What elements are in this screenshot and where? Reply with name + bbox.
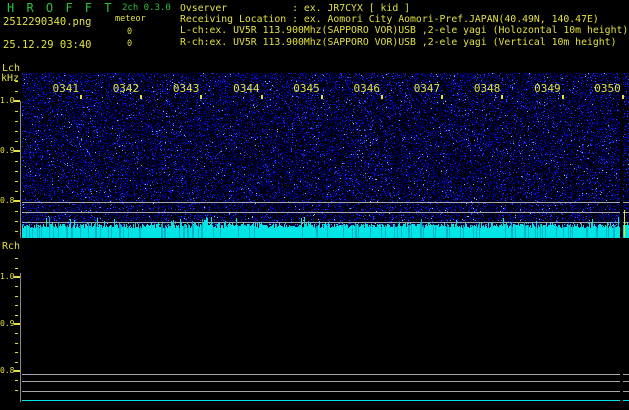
datetime-label: 25.12.29 03:40 — [3, 39, 92, 51]
time-label-0342: 0342 — [112, 82, 140, 95]
location-line: Receiving Location : ex. Aomori City Aom… — [180, 14, 599, 26]
y-minor-tick — [15, 286, 18, 287]
time-label-0349: 0349 — [534, 82, 561, 95]
y-minor-tick — [15, 181, 18, 182]
app-title: H R O F F T — [7, 1, 114, 15]
y-minor-tick — [15, 333, 18, 334]
y-minor-tick — [15, 91, 18, 92]
time-tick — [80, 95, 82, 99]
rch-spectrogram-panel — [22, 255, 629, 405]
y-minor-tick — [15, 141, 18, 142]
time-tick — [321, 95, 323, 99]
y-minor-tick — [15, 268, 18, 269]
y-minor-tick — [15, 343, 18, 344]
output-filename: 2512290340.png — [3, 16, 92, 28]
rch-ytick-1-0: 1.0 — [0, 272, 15, 281]
y-minor-tick — [15, 131, 18, 132]
time-tick — [261, 95, 263, 99]
rch-signal-baseline — [22, 400, 629, 401]
y-minor-tick — [15, 221, 18, 222]
time-label-0348: 0348 — [473, 82, 501, 95]
rch-axis-line — [20, 273, 21, 402]
time-tick — [140, 95, 142, 99]
y-minor-tick — [15, 191, 18, 192]
hrofft-window: H R O F F T 2ch 0.3.0 2512290340.png met… — [0, 0, 629, 410]
y-major-tick — [14, 276, 20, 278]
y-minor-tick — [15, 296, 18, 297]
rch-info-line: R-ch:ex. UV5R 113.900Mhz(SAPPORO VOR)USB… — [180, 36, 617, 48]
y-minor-tick — [15, 111, 18, 112]
time-tick — [501, 95, 503, 99]
time-tick — [622, 95, 624, 99]
mode-label: meteor — [115, 14, 146, 24]
y-minor-tick — [15, 121, 18, 122]
lch-spectrogram-panel: 0341 0342 0343 0344 0345 0346 0347 0348 0349 0350 — [22, 73, 629, 238]
rch-grid-line — [22, 391, 629, 392]
y-minor-tick — [15, 211, 18, 212]
y-minor-tick — [15, 315, 18, 316]
y-major-tick — [14, 150, 20, 152]
time-label-0345: 0345 — [293, 82, 320, 95]
time-label-0341: 0341 — [52, 82, 80, 95]
y-minor-tick — [15, 352, 18, 353]
y-minor-tick — [15, 231, 18, 232]
time-label-0350: 0350 — [594, 82, 621, 95]
time-label-0347: 0347 — [413, 82, 441, 95]
y-minor-tick — [15, 305, 18, 306]
station-info-block: Ovserver : ex. JR7CYX [ kid ] Receiving … — [180, 3, 629, 48]
rch-ytick-0-9: 0.9 — [0, 319, 15, 328]
y-minor-tick — [15, 362, 18, 363]
lch-axis-unit: kHz — [1, 73, 20, 84]
time-tick — [562, 95, 564, 99]
time-tick — [381, 95, 383, 99]
y-minor-tick — [15, 390, 18, 391]
live-edge-gap — [620, 255, 623, 405]
time-tick — [200, 95, 202, 99]
observer-line: Ovserver : ex. JR7CYX [ kid ] — [180, 3, 411, 14]
lch-info-line: L-ch:ex. UV5R 113.900Mhz(SAPPORO VOR)USB… — [180, 25, 629, 37]
rch-ytick-0-8: 0.8 — [0, 366, 15, 375]
lch-axis-line — [20, 101, 21, 238]
rch-grid-line — [22, 374, 629, 375]
y-major-tick — [14, 100, 20, 102]
time-label-0346: 0346 — [353, 82, 381, 95]
lch-ytick-1-0: 1.0 — [0, 96, 15, 105]
rch-grid-line — [22, 381, 629, 382]
time-label-0343: 0343 — [172, 82, 200, 95]
y-minor-tick — [15, 161, 18, 162]
app-version: 2ch 0.3.0 — [122, 3, 171, 13]
time-label-0344: 0344 — [233, 82, 260, 95]
y-major-tick — [14, 370, 20, 372]
y-minor-tick — [15, 380, 18, 381]
lch-ytick-0-9: 0.9 — [0, 146, 15, 155]
y-minor-tick — [15, 258, 18, 259]
lch-spectrogram-canvas — [22, 73, 629, 238]
y-major-tick — [14, 200, 20, 202]
rch-axis-label: Rch — [2, 241, 21, 252]
y-major-tick — [14, 323, 20, 325]
meteor-count-bottom: 0 — [127, 39, 133, 49]
y-minor-tick — [15, 171, 18, 172]
lch-ytick-0-8: 0.8 — [0, 196, 15, 205]
meteor-count-top: 0 — [127, 27, 133, 37]
time-tick — [441, 95, 443, 99]
y-minor-tick — [15, 81, 18, 82]
